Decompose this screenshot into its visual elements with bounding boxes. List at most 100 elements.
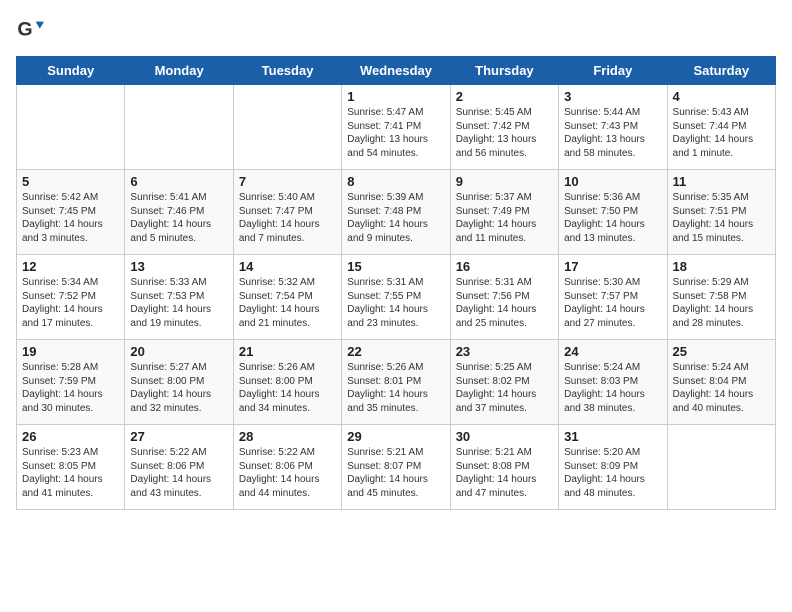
date-number: 8 [347,174,444,189]
week-row-2: 5 Sunrise: 5:42 AMSunset: 7:45 PMDaylight… [17,170,776,255]
date-number: 11 [673,174,770,189]
calendar-cell: 17 Sunrise: 5:30 AMSunset: 7:57 PMDayligh… [559,255,667,340]
date-number: 30 [456,429,553,444]
day-header-row: SundayMondayTuesdayWednesdayThursdayFrid… [17,57,776,85]
date-number: 24 [564,344,661,359]
calendar-cell: 29Sunrise: 5:21 AMSunset: 8:07 PMDayligh… [342,425,450,510]
date-number: 17 [564,259,661,274]
calendar-cell: 1Sunrise: 5:47 AMSunset: 7:41 PMDaylight… [342,85,450,170]
cell-info: Sunrise: 5:21 AMSunset: 8:08 PMDaylight:… [456,446,553,500]
cell-info: Sunrise: 5:22 AMSunset: 8:06 PMDaylight:… [239,446,336,500]
logo: G [16,16,48,44]
cell-info: Sunrise: 5:20 AMSunset: 8:09 PMDaylight:… [564,446,661,500]
cell-info: Sunrise: 5:45 AMSunset: 7:42 PMDaylight:… [456,106,553,160]
day-header-thursday: Thursday [450,57,558,85]
calendar-cell: 8 Sunrise: 5:39 AMSunset: 7:48 PMDaylight… [342,170,450,255]
date-number: 7 [239,174,336,189]
cell-info: Sunrise: 5:39 AMSunset: 7:48 PMDaylight:… [347,191,444,245]
day-header-wednesday: Wednesday [342,57,450,85]
calendar-cell: 2Sunrise: 5:45 AMSunset: 7:42 PMDaylight… [450,85,558,170]
calendar-cell: 25 Sunrise: 5:24 AMSunset: 8:04 PMDayligh… [667,340,775,425]
cell-info: Sunrise: 5:26 AMSunset: 8:00 PMDaylight:… [239,361,336,415]
date-number: 18 [673,259,770,274]
cell-info: Sunrise: 5:36 AMSunset: 7:50 PMDaylight:… [564,191,661,245]
calendar-cell: 5 Sunrise: 5:42 AMSunset: 7:45 PMDaylight… [17,170,125,255]
date-number: 25 [673,344,770,359]
calendar-cell: 22 Sunrise: 5:26 AMSunset: 8:01 PMDayligh… [342,340,450,425]
date-number: 27 [130,429,227,444]
day-header-sunday: Sunday [17,57,125,85]
day-header-saturday: Saturday [667,57,775,85]
cell-info: Sunrise: 5:35 AMSunset: 7:51 PMDaylight:… [673,191,770,245]
date-number: 16 [456,259,553,274]
date-number: 23 [456,344,553,359]
cell-info: Sunrise: 5:47 AMSunset: 7:41 PMDaylight:… [347,106,444,160]
cell-info: Sunrise: 5:31 AMSunset: 7:55 PMDaylight:… [347,276,444,330]
cell-info: Sunrise: 5:34 AMSunset: 7:52 PMDaylight:… [22,276,119,330]
calendar-cell: 15 Sunrise: 5:31 AMSunset: 7:55 PMDayligh… [342,255,450,340]
date-number: 28 [239,429,336,444]
cell-info: Sunrise: 5:32 AMSunset: 7:54 PMDaylight:… [239,276,336,330]
calendar-cell: 28 Sunrise: 5:22 AMSunset: 8:06 PMDayligh… [233,425,341,510]
cell-info: Sunrise: 5:44 AMSunset: 7:43 PMDaylight:… [564,106,661,160]
calendar-cell: 24 Sunrise: 5:24 AMSunset: 8:03 PMDayligh… [559,340,667,425]
calendar-cell: 6 Sunrise: 5:41 AMSunset: 7:46 PMDaylight… [125,170,233,255]
calendar-cell: 12Sunrise: 5:34 AMSunset: 7:52 PMDayligh… [17,255,125,340]
date-number: 5 [22,174,119,189]
date-number: 9 [456,174,553,189]
date-number: 3 [564,89,661,104]
date-number: 31 [564,429,661,444]
calendar-table: SundayMondayTuesdayWednesdayThursdayFrid… [16,56,776,510]
cell-info: Sunrise: 5:23 AMSunset: 8:05 PMDaylight:… [22,446,119,500]
calendar-cell: 10 Sunrise: 5:36 AMSunset: 7:50 PMDayligh… [559,170,667,255]
calendar-cell: 27 Sunrise: 5:22 AMSunset: 8:06 PMDayligh… [125,425,233,510]
week-row-4: 19 Sunrise: 5:28 AMSunset: 7:59 PMDayligh… [17,340,776,425]
page-header: G [16,16,776,44]
calendar-cell: 7 Sunrise: 5:40 AMSunset: 7:47 PMDaylight… [233,170,341,255]
cell-info: Sunrise: 5:42 AMSunset: 7:45 PMDaylight:… [22,191,119,245]
date-number: 6 [130,174,227,189]
calendar-cell: 16 Sunrise: 5:31 AMSunset: 7:56 PMDayligh… [450,255,558,340]
date-number: 22 [347,344,444,359]
calendar-cell: 11 Sunrise: 5:35 AMSunset: 7:51 PMDayligh… [667,170,775,255]
week-row-1: 1Sunrise: 5:47 AMSunset: 7:41 PMDaylight… [17,85,776,170]
date-number: 19 [22,344,119,359]
date-number: 21 [239,344,336,359]
calendar-cell: 4 Sunrise: 5:43 AMSunset: 7:44 PMDaylight… [667,85,775,170]
logo-icon: G [16,16,44,44]
calendar-cell [233,85,341,170]
date-number: 15 [347,259,444,274]
calendar-cell [667,425,775,510]
date-number: 10 [564,174,661,189]
cell-info: Sunrise: 5:30 AMSunset: 7:57 PMDaylight:… [564,276,661,330]
svg-text:G: G [17,19,32,41]
week-row-5: 26Sunrise: 5:23 AMSunset: 8:05 PMDayligh… [17,425,776,510]
cell-info: Sunrise: 5:41 AMSunset: 7:46 PMDaylight:… [130,191,227,245]
cell-info: Sunrise: 5:26 AMSunset: 8:01 PMDaylight:… [347,361,444,415]
day-header-tuesday: Tuesday [233,57,341,85]
calendar-cell: 9Sunrise: 5:37 AMSunset: 7:49 PMDaylight… [450,170,558,255]
cell-info: Sunrise: 5:24 AMSunset: 8:04 PMDaylight:… [673,361,770,415]
calendar-cell: 23Sunrise: 5:25 AMSunset: 8:02 PMDayligh… [450,340,558,425]
date-number: 13 [130,259,227,274]
cell-info: Sunrise: 5:40 AMSunset: 7:47 PMDaylight:… [239,191,336,245]
calendar-cell: 14 Sunrise: 5:32 AMSunset: 7:54 PMDayligh… [233,255,341,340]
day-header-friday: Friday [559,57,667,85]
calendar-cell: 21 Sunrise: 5:26 AMSunset: 8:00 PMDayligh… [233,340,341,425]
cell-info: Sunrise: 5:31 AMSunset: 7:56 PMDaylight:… [456,276,553,330]
cell-info: Sunrise: 5:22 AMSunset: 8:06 PMDaylight:… [130,446,227,500]
date-number: 14 [239,259,336,274]
calendar-cell: 3 Sunrise: 5:44 AMSunset: 7:43 PMDaylight… [559,85,667,170]
date-number: 4 [673,89,770,104]
cell-info: Sunrise: 5:28 AMSunset: 7:59 PMDaylight:… [22,361,119,415]
cell-info: Sunrise: 5:24 AMSunset: 8:03 PMDaylight:… [564,361,661,415]
week-row-3: 12Sunrise: 5:34 AMSunset: 7:52 PMDayligh… [17,255,776,340]
calendar-cell [125,85,233,170]
calendar-cell: 19 Sunrise: 5:28 AMSunset: 7:59 PMDayligh… [17,340,125,425]
calendar-cell: 20Sunrise: 5:27 AMSunset: 8:00 PMDayligh… [125,340,233,425]
cell-info: Sunrise: 5:33 AMSunset: 7:53 PMDaylight:… [130,276,227,330]
day-header-monday: Monday [125,57,233,85]
calendar-cell [17,85,125,170]
cell-info: Sunrise: 5:43 AMSunset: 7:44 PMDaylight:… [673,106,770,160]
calendar-cell: 30 Sunrise: 5:21 AMSunset: 8:08 PMDayligh… [450,425,558,510]
